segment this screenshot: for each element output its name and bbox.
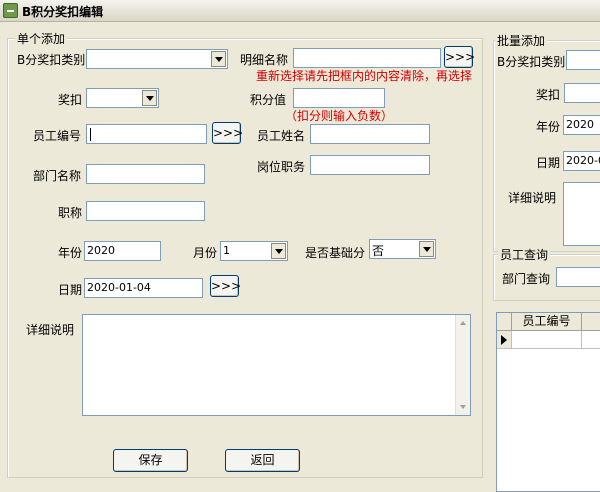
batch-year-label: 年份 (536, 120, 561, 134)
reward-select[interactable] (86, 88, 159, 108)
detail-hint: 重新选择请先把框内的内容清除，再选择 (256, 69, 473, 83)
window-icon (3, 3, 18, 18)
reward-label: 奖扣 (58, 93, 83, 107)
grid-cell[interactable] (582, 331, 600, 349)
emp-no-label: 员工编号 (33, 129, 82, 143)
emp-name-input[interactable] (310, 124, 430, 144)
points-input[interactable] (293, 88, 385, 108)
query-dept-label: 部门查询 (502, 272, 551, 286)
emp-query-legend: 员工查询 (498, 246, 551, 263)
basic-score-select[interactable]: 否 (369, 239, 436, 259)
emp-name-label: 员工姓名 (257, 129, 306, 143)
detail-name-input[interactable] (293, 48, 441, 68)
grid-col-header-extra (582, 313, 600, 331)
position-label: 岗位职务 (257, 160, 306, 174)
month-value: 1 (223, 244, 230, 257)
employee-grid[interactable]: 员工编号 (496, 312, 600, 492)
dropdown-arrow-icon[interactable] (142, 90, 157, 106)
batch-desc-textarea[interactable] (563, 182, 600, 246)
dept-label: 部门名称 (33, 169, 82, 183)
emp-no-input[interactable] (86, 124, 207, 144)
desc-label: 详细说明 (26, 323, 75, 337)
dept-input[interactable] (86, 164, 205, 184)
row-indicator[interactable] (497, 331, 512, 349)
batch-category-select[interactable] (566, 50, 600, 70)
save-button[interactable]: 保存 (113, 449, 188, 472)
title-input[interactable] (86, 201, 205, 221)
points-label: 积分值 (250, 93, 287, 107)
basic-score-label: 是否基础分 (305, 246, 366, 260)
query-dept-input[interactable] (556, 267, 600, 287)
position-input[interactable] (310, 155, 430, 175)
detail-select-button[interactable]: >>> (444, 46, 475, 68)
detail-name-label: 明细名称 (240, 53, 289, 67)
title-bar: B积分奖扣编辑 (0, 0, 600, 22)
batch-date-input[interactable]: 2020-0 (563, 151, 600, 171)
points-hint: （扣分则输入负数） (285, 109, 394, 123)
batch-date-label: 日期 (536, 156, 561, 170)
grid-col-header[interactable]: 员工编号 (512, 313, 582, 331)
category-label: B分奖扣类别 (17, 53, 86, 67)
basic-score-value: 否 (372, 244, 385, 258)
date-picker-button[interactable]: >>> (210, 275, 241, 297)
batch-category-label: B分奖扣类别 (497, 55, 566, 69)
batch-reward-select[interactable] (564, 83, 600, 103)
batch-year-input[interactable]: 2020 (563, 115, 600, 135)
scroll-down-icon[interactable] (460, 405, 466, 409)
row-indicator-icon (501, 335, 507, 345)
desc-textarea[interactable] (82, 314, 471, 416)
window-title: B积分奖扣编辑 (22, 5, 104, 19)
desc-scrollbar[interactable] (455, 315, 470, 415)
batch-reward-label: 奖扣 (536, 88, 561, 102)
emp-select-button[interactable]: >>> (212, 122, 243, 144)
category-select[interactable] (86, 49, 228, 69)
dropdown-arrow-icon[interactable] (211, 51, 226, 67)
single-add-legend: 单个添加 (15, 30, 68, 47)
scroll-up-icon[interactable] (460, 321, 466, 325)
month-select[interactable]: 1 (220, 241, 288, 261)
title-label: 职称 (58, 206, 83, 220)
batch-desc-label: 详细说明 (508, 191, 557, 205)
month-label: 月份 (193, 246, 218, 260)
dropdown-arrow-icon[interactable] (419, 241, 434, 257)
text-caret (90, 128, 91, 141)
year-label: 年份 (58, 246, 83, 260)
batch-add-legend: 批量添加 (495, 32, 548, 49)
date-label: 日期 (58, 283, 83, 297)
grid-corner (497, 313, 512, 331)
date-input[interactable]: 2020-01-04 (84, 278, 203, 298)
grid-cell[interactable] (512, 331, 582, 349)
back-button[interactable]: 返回 (225, 449, 300, 472)
dropdown-arrow-icon[interactable] (271, 243, 286, 259)
year-input[interactable]: 2020 (84, 241, 161, 261)
